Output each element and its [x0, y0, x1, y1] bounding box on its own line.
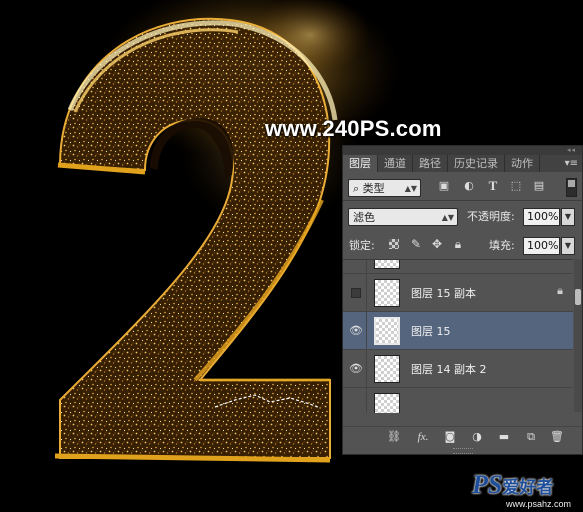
filter-type-label: 类型: [362, 182, 385, 195]
divider: [343, 200, 582, 201]
tab-actions[interactable]: 动作: [505, 155, 540, 172]
layer-thumbnail: [374, 393, 400, 413]
logo-cn: 爱好者: [502, 478, 554, 498]
lock-icon: 🔒︎: [557, 284, 563, 297]
visibility-cell[interactable]: 👁︎: [343, 312, 367, 350]
blend-row: 滤色 ▲▼ 不透明度: 100% ▼: [343, 206, 582, 228]
adjustment-filter-icon[interactable]: ◐: [462, 179, 476, 193]
filter-row: ⌕ 类型 ▲▼ ▣ ◐ T ⬚ ▤: [343, 176, 582, 198]
canvas: www.240PS.com PS爱好者 www.psahz.com ◂◂ 图层 …: [0, 0, 583, 512]
opacity-dropdown-icon[interactable]: ▼: [561, 208, 575, 226]
opacity-input[interactable]: 100%: [523, 208, 560, 226]
layer-thumbnail: [374, 260, 400, 269]
layer-row[interactable]: 👁︎ 图层 14 副本 2: [343, 350, 573, 388]
layer-thumbnail: [374, 355, 400, 383]
search-icon: ⌕: [353, 182, 360, 195]
layers-panel: ◂◂ 图层 通道 路径 历史记录 动作 ▾≡ ⌕ 类型 ▲▼ ▣ ◐ T ⬚ ▤: [342, 145, 583, 455]
shape-filter-icon[interactable]: ⬚: [509, 179, 523, 193]
layer-thumbnail: [374, 317, 400, 345]
layer-scrollbar[interactable]: [574, 259, 582, 412]
site-logo: PS爱好者 www.psahz.com: [472, 470, 571, 509]
visibility-cell[interactable]: 👁︎: [343, 350, 367, 388]
panel-resize-handle[interactable]: [453, 448, 473, 454]
logo-ps: PS: [472, 470, 503, 499]
layer-name: 图层 14 副本 2: [411, 363, 487, 376]
lock-label: 锁定:: [349, 239, 375, 252]
link-layers-icon[interactable]: ⛓︎: [387, 430, 401, 444]
panel-tabs: 图层 通道 路径 历史记录 动作 ▾≡: [343, 155, 582, 172]
trash-icon[interactable]: 🗑︎: [550, 430, 564, 444]
add-mask-icon[interactable]: ◙: [443, 430, 457, 444]
fx-icon[interactable]: fx.: [416, 430, 430, 444]
eye-icon[interactable]: 👁︎: [349, 325, 363, 337]
filter-toggle[interactable]: [566, 178, 577, 197]
layer-thumbnail: [374, 279, 400, 307]
lock-position-icon[interactable]: ✥: [430, 237, 444, 251]
lock-row: 锁定: ✎ ✥ 🔒︎ 填充: 100% ▼: [343, 235, 582, 257]
layer-row-selected[interactable]: 👁︎ 图层 15: [343, 312, 573, 350]
layer-list: 图层 15 副本 🔒︎ 👁︎ 图层 15 👁︎ 图层 14 副本 2: [343, 259, 573, 413]
visibility-cell: [343, 260, 367, 274]
visibility-cell: [343, 388, 367, 413]
fill-dropdown-icon[interactable]: ▼: [561, 237, 575, 255]
visibility-cell[interactable]: [343, 274, 367, 312]
new-group-icon[interactable]: ▬: [497, 430, 511, 444]
watermark-text: www.240PS.com: [265, 116, 442, 141]
blend-mode-value: 滤色: [353, 211, 375, 224]
blend-mode-select[interactable]: 滤色 ▲▼: [348, 208, 458, 226]
opacity-label: 不透明度:: [467, 210, 515, 223]
panel-bottom-toolbar: ⛓︎ fx. ◙ ◑ ▬ ⧉ 🗑︎: [343, 426, 582, 447]
panel-grip-bar[interactable]: ◂◂: [343, 146, 582, 155]
lock-transparent-pixels-icon[interactable]: [389, 239, 399, 249]
collapse-arrows-icon[interactable]: ◂◂: [567, 147, 576, 154]
digit-two: [58, 17, 331, 459]
select-arrow-icon: ▲▼: [441, 213, 454, 222]
new-layer-icon[interactable]: ⧉: [524, 430, 538, 444]
fill-label: 填充:: [489, 239, 515, 252]
adjustment-layer-icon[interactable]: ◑: [470, 430, 484, 444]
layer-row[interactable]: 图层 15 副本 🔒︎: [343, 274, 573, 312]
tab-history[interactable]: 历史记录: [448, 155, 505, 172]
tab-channels[interactable]: 通道: [378, 155, 413, 172]
hidden-visibility-box[interactable]: [351, 288, 361, 298]
lock-image-pixels-icon[interactable]: ✎: [409, 237, 423, 251]
pixel-filter-icon[interactable]: ▣: [437, 179, 451, 193]
fill-input[interactable]: 100%: [523, 237, 560, 255]
scrollbar-thumb[interactable]: [575, 289, 581, 305]
tab-layers[interactable]: 图层: [343, 155, 378, 172]
filter-type-select[interactable]: ⌕ 类型 ▲▼: [348, 179, 421, 197]
lock-all-icon[interactable]: 🔒︎: [451, 237, 465, 251]
layer-name: 图层 15 副本: [411, 287, 476, 300]
layer-row-partial[interactable]: [343, 388, 573, 413]
smart-object-filter-icon[interactable]: ▤: [532, 179, 546, 193]
type-filter-icon[interactable]: T: [486, 179, 500, 193]
select-arrow-icon: ▲▼: [404, 184, 417, 193]
layer-row-partial[interactable]: [343, 260, 573, 274]
logo-url: www.psahz.com: [506, 499, 572, 509]
panel-menu-icon[interactable]: ▾≡: [565, 155, 578, 172]
layer-name: 图层 15: [411, 325, 451, 338]
tab-paths[interactable]: 路径: [413, 155, 448, 172]
eye-icon[interactable]: 👁︎: [349, 363, 363, 375]
